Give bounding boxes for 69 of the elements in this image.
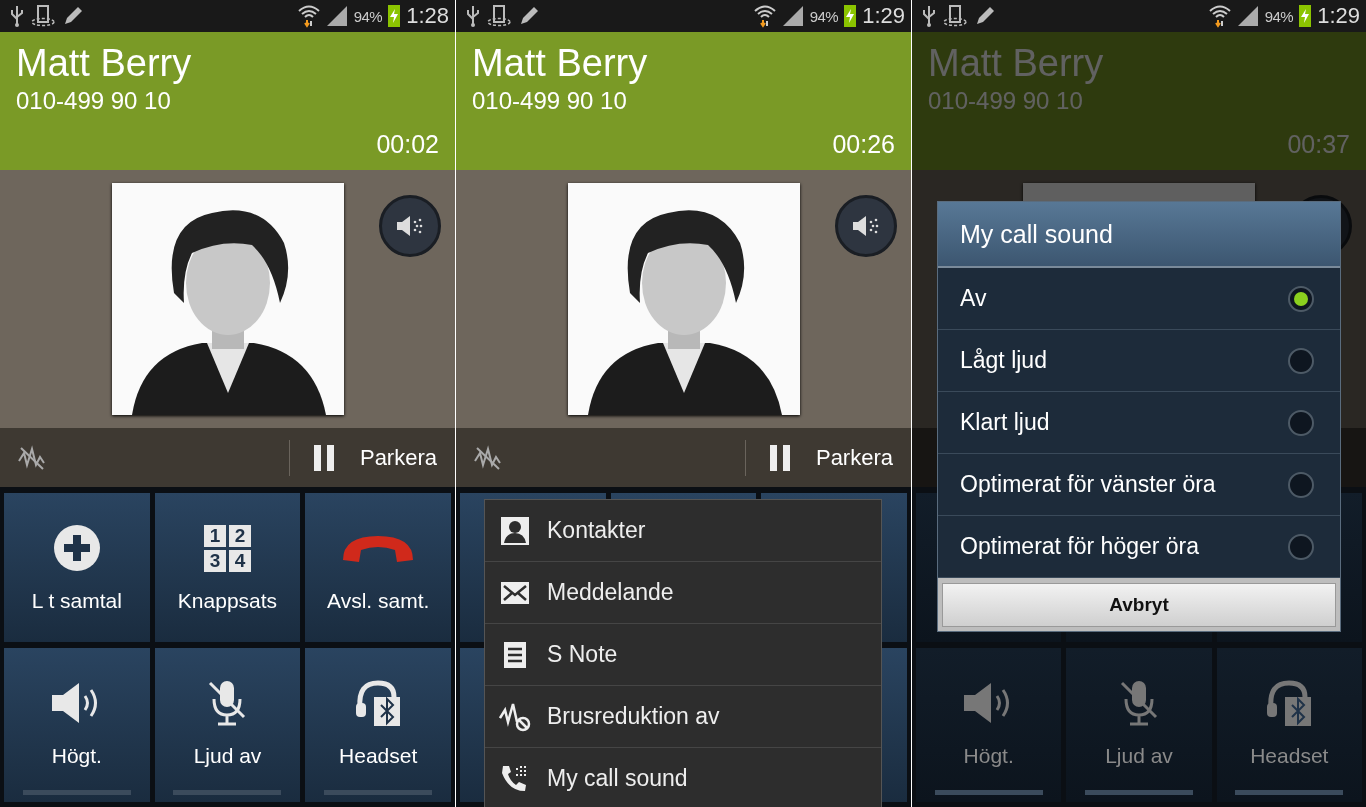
- phone-icon: [486, 5, 512, 27]
- clock: 1:29: [1317, 3, 1360, 29]
- phone-number: 010-499 90 10: [16, 86, 172, 116]
- battery-charging-icon: [844, 5, 857, 27]
- envelope-icon: [500, 580, 530, 605]
- note-icon: [503, 640, 527, 669]
- usb-icon: [922, 5, 936, 27]
- bluetooth-headset-icon: [1265, 679, 1314, 727]
- menu-item[interactable]: Meddelande: [485, 562, 881, 624]
- call-action-button[interactable]: L t samtal: [4, 493, 150, 642]
- hold-button[interactable]: Parkera: [305, 444, 437, 471]
- call-duration: 00:02: [376, 130, 439, 159]
- noise-off-icon[interactable]: [18, 444, 46, 471]
- battery-charging-icon: [388, 5, 401, 27]
- call-action-button[interactable]: Ljud av: [154, 648, 301, 802]
- radio-option[interactable]: Klart ljud: [938, 392, 1340, 454]
- call-action-button[interactable]: 1 2 3 4 Knappsats: [154, 493, 301, 642]
- noise-off-icon[interactable]: [474, 444, 502, 471]
- menu-item[interactable]: Brusreduktion av: [485, 686, 881, 748]
- call-action-button[interactable]: Headset: [305, 648, 451, 802]
- call-duration: 00:26: [832, 130, 895, 159]
- usb-icon: [10, 5, 24, 27]
- speaker-icon: [396, 214, 424, 238]
- pencil-icon: [62, 5, 84, 27]
- signal-icon: [1236, 5, 1259, 27]
- pause-icon: [313, 444, 334, 471]
- bluetooth-headset-icon: [354, 679, 403, 727]
- contact-icon: [500, 515, 530, 546]
- menu-item[interactable]: My call sound: [485, 748, 881, 807]
- call-duration: 00:37: [1287, 130, 1350, 159]
- clock: 1:28: [406, 3, 449, 29]
- contact-name: Matt Berry: [928, 41, 1105, 86]
- noise-off-icon: [499, 701, 531, 732]
- contact-name: Matt Berry: [472, 41, 649, 86]
- muted-microphone-icon: [1118, 679, 1160, 727]
- wifi-icon: [753, 4, 776, 28]
- add-icon: [52, 524, 101, 572]
- battery-percent: 94%: [1264, 7, 1294, 25]
- pencil-icon: [974, 5, 996, 27]
- call-action-button[interactable]: Högt.: [916, 648, 1062, 802]
- hold-button[interactable]: Parkera: [761, 444, 893, 471]
- call-action-button[interactable]: Avsl. samt.: [305, 493, 451, 642]
- call-action-button[interactable]: Högt.: [4, 648, 150, 802]
- wifi-icon: [297, 4, 320, 28]
- menu-item[interactable]: S Note: [485, 624, 881, 686]
- wifi-icon: [1208, 4, 1231, 28]
- radio-option[interactable]: Av: [938, 268, 1340, 330]
- battery-percent: 94%: [809, 7, 839, 25]
- dialog-title: My call sound: [938, 202, 1340, 268]
- pause-icon: [769, 444, 790, 471]
- call-action-button[interactable]: Headset: [1216, 648, 1362, 802]
- cancel-button[interactable]: Avbryt: [942, 583, 1336, 627]
- signal-icon: [781, 5, 804, 27]
- usb-icon: [466, 5, 480, 27]
- contact-name: Matt Berry: [16, 41, 193, 86]
- signal-icon: [325, 5, 348, 27]
- clock: 1:29: [862, 3, 905, 29]
- battery-percent: 94%: [353, 7, 383, 25]
- phone-number: 010-499 90 10: [928, 86, 1084, 116]
- call-action-button[interactable]: Ljud av: [1066, 648, 1212, 802]
- phone-number: 010-499 90 10: [472, 86, 628, 116]
- pencil-icon: [518, 5, 540, 27]
- phone-icon: [942, 5, 968, 27]
- radio-option[interactable]: Optimerat för vänster öra: [938, 454, 1340, 516]
- radio-option[interactable]: Lågt ljud: [938, 330, 1340, 392]
- battery-charging-icon: [1299, 5, 1312, 27]
- menu-item[interactable]: Kontakter: [485, 500, 881, 562]
- phone-icon: [30, 5, 56, 27]
- speaker-icon: [852, 214, 880, 238]
